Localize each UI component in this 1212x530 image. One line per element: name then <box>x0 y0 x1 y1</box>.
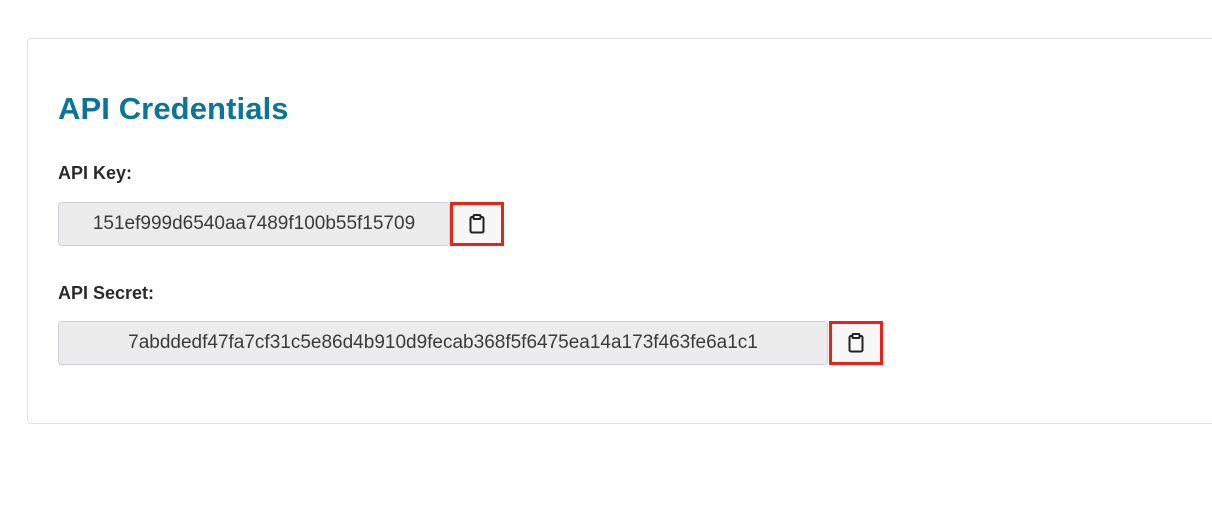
page-title: API Credentials <box>58 91 289 126</box>
api-credentials-card: API Credentials API Key: 151ef999d6540aa… <box>27 38 1212 424</box>
api-secret-field[interactable]: 7abddedf47fa7cf31c5e86d4b910d9fecab368f5… <box>58 321 828 365</box>
copy-api-secret-button[interactable] <box>829 321 883 365</box>
api-key-label: API Key: <box>58 163 133 183</box>
api-secret-label: API Secret: <box>58 283 155 303</box>
clipboard-icon <box>848 333 864 353</box>
copy-api-key-button[interactable] <box>450 202 504 246</box>
api-key-field[interactable]: 151ef999d6540aa7489f100b55f15709 <box>58 202 450 246</box>
clipboard-icon <box>469 214 485 234</box>
